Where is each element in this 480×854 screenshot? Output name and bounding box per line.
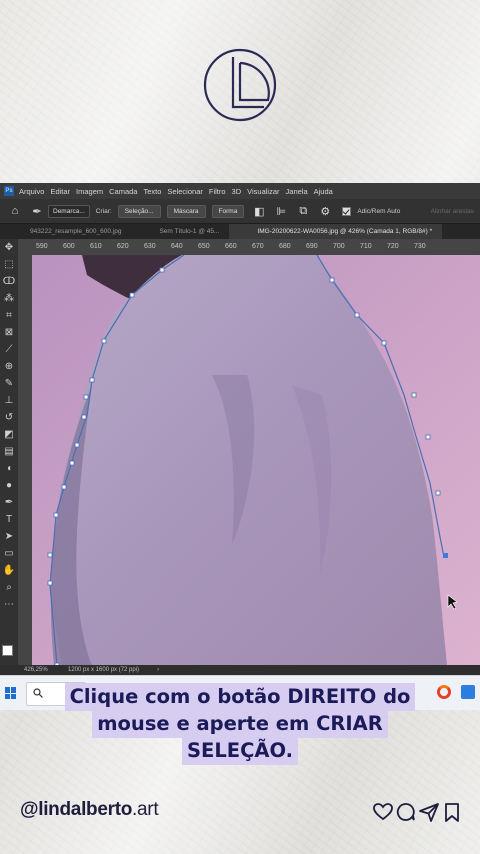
heart-icon[interactable] bbox=[372, 801, 394, 823]
caption-line-2: mouse e aperte em CRIAR bbox=[92, 710, 388, 738]
menu-texto[interactable]: Texto bbox=[143, 187, 161, 196]
ruler-tick: 600 bbox=[63, 243, 75, 250]
ruler-tick: 680 bbox=[279, 243, 291, 250]
tools-panel: ✥ ⬚ ↀ ⁂ ⌗ ⊠ ⟋ ⊕ ✎ ⊥ ↺ ◩ ▤ ◖ ● ✒ T ➤ ▭ ✋ … bbox=[0, 239, 19, 675]
menu-visualizar[interactable]: Visualizar bbox=[247, 187, 279, 196]
horizontal-ruler: 590 600 610 620 630 640 650 660 670 680 … bbox=[18, 239, 480, 255]
brand-logo bbox=[200, 45, 280, 125]
mascara-button[interactable]: Máscara bbox=[166, 204, 206, 218]
move-tool-icon[interactable]: ✥ bbox=[0, 239, 18, 256]
status-bar: 426,25% 1200 px x 1600 px (72 ppi) › bbox=[0, 665, 480, 675]
menu-selecionar[interactable]: Selecionar bbox=[167, 187, 202, 196]
share-icon[interactable] bbox=[418, 801, 440, 823]
document-canvas[interactable] bbox=[32, 255, 480, 665]
photoshop-window: Ps Arquivo Editar Imagem Camada Texto Se… bbox=[0, 183, 480, 675]
dodge-tool-icon[interactable]: ● bbox=[0, 477, 18, 494]
handle-name: @lindalberto bbox=[20, 799, 133, 820]
path-operations-icon[interactable]: ◧ bbox=[252, 205, 266, 218]
ruler-tick: 620 bbox=[117, 243, 129, 250]
gradient-tool-icon[interactable]: ▤ bbox=[0, 443, 18, 460]
foreground-color-swatch[interactable] bbox=[2, 645, 13, 656]
menu-imagem[interactable]: Imagem bbox=[76, 187, 103, 196]
tutorial-caption: Clique com o botão DIREITO do mouse e ap… bbox=[0, 683, 480, 765]
ruler-tick: 700 bbox=[333, 243, 345, 250]
ruler-tick: 640 bbox=[171, 243, 183, 250]
pen-mode-select[interactable]: Demarca... bbox=[48, 204, 90, 218]
gear-icon[interactable]: ⚙ bbox=[318, 205, 332, 218]
ruler-tick: 610 bbox=[90, 243, 102, 250]
lasso-tool-icon[interactable]: ↀ bbox=[0, 273, 18, 290]
blur-tool-icon[interactable]: ◖ bbox=[0, 460, 18, 477]
type-tool-icon[interactable]: T bbox=[0, 511, 18, 528]
ruler-tick: 730 bbox=[414, 243, 426, 250]
home-icon[interactable]: ⌂ bbox=[8, 205, 22, 217]
author-handle: @lindalberto.art bbox=[20, 799, 159, 821]
zoom-tool-icon[interactable]: ⌕ bbox=[0, 579, 18, 596]
hand-tool-icon[interactable]: ✋ bbox=[0, 562, 18, 579]
caption-line-1: Clique com o botão DIREITO do bbox=[64, 683, 416, 711]
pen-tool-icon[interactable]: ✒ bbox=[30, 205, 44, 218]
options-bar: ⌂ ✒ Demarca... Criar: Seleção... Máscara… bbox=[0, 199, 480, 224]
eyedropper-tool-icon[interactable]: ⟋ bbox=[0, 341, 18, 358]
menu-arquivo[interactable]: Arquivo bbox=[19, 187, 44, 196]
document-dimensions: 1200 px x 1600 px (72 ppi) bbox=[68, 667, 140, 673]
zoom-level[interactable]: 426,25% bbox=[24, 667, 68, 673]
ruler-tick: 710 bbox=[360, 243, 372, 250]
stamp-tool-icon[interactable]: ⊥ bbox=[0, 392, 18, 409]
menu-editar[interactable]: Editar bbox=[50, 187, 70, 196]
crop-tool-icon[interactable]: ⌗ bbox=[0, 307, 18, 324]
ruler-tick: 720 bbox=[387, 243, 399, 250]
tab-resample[interactable]: 943222_resample_600_600.jpg bbox=[0, 224, 131, 239]
align-edges-label: Alinhar arestas bbox=[430, 207, 474, 215]
tab-img-active[interactable]: IMG-20200622-WA0056.jpg @ 426% (Camada 1… bbox=[229, 224, 443, 239]
forma-button[interactable]: Forma bbox=[211, 204, 245, 218]
frame-tool-icon[interactable]: ⊠ bbox=[0, 324, 18, 341]
marquee-tool-icon[interactable]: ⬚ bbox=[0, 256, 18, 273]
history-brush-tool-icon[interactable]: ↺ bbox=[0, 409, 18, 426]
menu-3d[interactable]: 3D bbox=[232, 187, 242, 196]
ruler-tick: 590 bbox=[36, 243, 48, 250]
tab-sem-titulo[interactable]: Sem Título-1 @ 45... bbox=[131, 224, 229, 239]
menu-camada[interactable]: Camada bbox=[109, 187, 137, 196]
eraser-tool-icon[interactable]: ◩ bbox=[0, 426, 18, 443]
auto-add-delete-label: Adic/Rem Auto bbox=[357, 207, 401, 215]
brush-tool-icon[interactable]: ✎ bbox=[0, 375, 18, 392]
auto-add-delete-checkbox[interactable] bbox=[342, 206, 352, 216]
caption-line-3: SELEÇÃO. bbox=[181, 737, 299, 765]
social-actions bbox=[372, 800, 464, 824]
comment-icon[interactable] bbox=[395, 801, 417, 823]
quick-selection-tool-icon[interactable]: ⁂ bbox=[0, 290, 18, 307]
rectangle-tool-icon[interactable]: ▭ bbox=[0, 545, 18, 562]
selecao-button[interactable]: Seleção... bbox=[117, 204, 161, 218]
bookmark-icon[interactable] bbox=[441, 801, 463, 823]
status-more-arrow[interactable]: › bbox=[157, 667, 159, 673]
more-tools-icon[interactable]: ⋯ bbox=[0, 596, 18, 613]
menu-janela[interactable]: Janela bbox=[286, 187, 308, 196]
path-arrangement-icon[interactable]: ⧉ bbox=[296, 205, 310, 218]
ruler-tick: 630 bbox=[144, 243, 156, 250]
photoshop-logo-icon: Ps bbox=[4, 186, 14, 196]
path-selection-tool-icon[interactable]: ➤ bbox=[0, 528, 18, 545]
pen-tool-icon[interactable]: ✒ bbox=[0, 494, 18, 511]
criar-label: Criar: bbox=[95, 207, 112, 215]
healing-tool-icon[interactable]: ⊕ bbox=[0, 358, 18, 375]
menu-bar: Ps Arquivo Editar Imagem Camada Texto Se… bbox=[0, 183, 480, 199]
document-tabs: 943222_resample_600_600.jpg Sem Título-1… bbox=[0, 224, 480, 239]
ruler-tick: 650 bbox=[198, 243, 210, 250]
ruler-tick: 660 bbox=[225, 243, 237, 250]
menu-filtro[interactable]: Filtro bbox=[209, 187, 226, 196]
menu-ajuda[interactable]: Ajuda bbox=[314, 187, 333, 196]
ruler-tick: 670 bbox=[252, 243, 264, 250]
handle-suffix: .art bbox=[132, 799, 159, 820]
path-alignment-icon[interactable]: ⊫ bbox=[274, 205, 288, 218]
vertical-ruler bbox=[18, 255, 32, 665]
ruler-tick: 690 bbox=[306, 243, 318, 250]
